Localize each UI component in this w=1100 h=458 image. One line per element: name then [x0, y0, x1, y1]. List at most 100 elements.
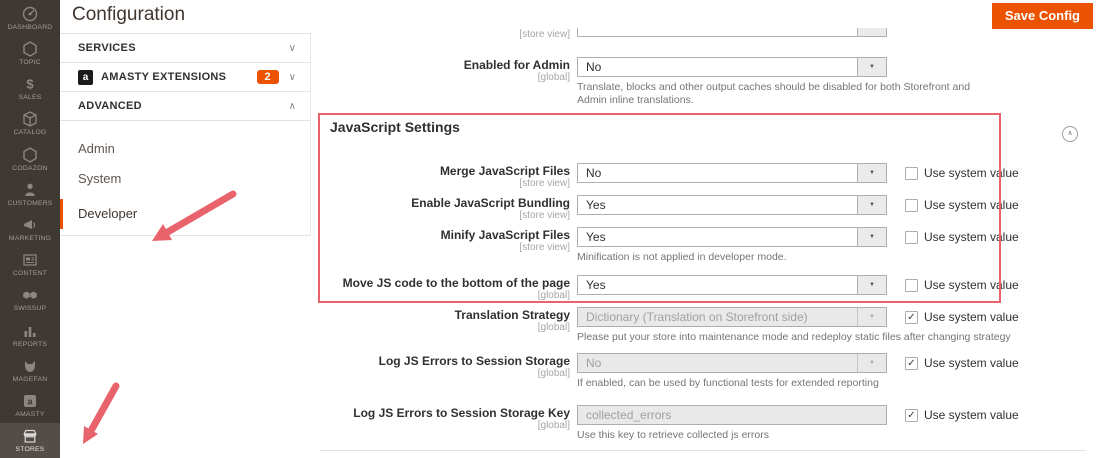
- field-log-js-errors-to-session-storage: Log JS Errors to Session Storage [global]…: [320, 353, 1100, 389]
- field-note: Please put your store into maintenance m…: [577, 331, 1011, 343]
- use-system-value-checkbox[interactable]: ✓ Use system value: [905, 356, 1019, 370]
- sidebar-item-label: DASHBOARD: [7, 23, 53, 31]
- nav-section-advanced[interactable]: ADVANCED ∧: [60, 92, 310, 121]
- sidebar-item-catalog[interactable]: CATALOG: [0, 106, 60, 141]
- checkbox-label: Use system value: [924, 356, 1019, 370]
- field-enable-javascript-bundling: Enable JavaScript Bundling [store view] Ye…: [320, 195, 1100, 221]
- sidebar-item-label: CONTENT: [12, 270, 48, 278]
- field-scope: [store view]: [519, 210, 570, 221]
- field-scope: [store view]: [519, 242, 570, 253]
- checkbox-label: Use system value: [924, 166, 1019, 180]
- sidebar-item-label: CODAZON: [12, 164, 48, 172]
- dashboard-icon: [22, 6, 38, 21]
- save-config-button[interactable]: Save Config: [991, 3, 1093, 29]
- field-label: Enable JavaScript Bundling: [411, 196, 570, 210]
- amasty-icon: a: [24, 395, 36, 408]
- sidebar-item-label: CATALOG: [13, 129, 47, 137]
- field-scope: [global]: [537, 72, 570, 83]
- sidebar-item-sales[interactable]: $ SALES: [0, 70, 60, 105]
- use-system-value-checkbox[interactable]: ✓ Use system value: [905, 310, 1019, 324]
- use-system-value-checkbox[interactable]: Use system value: [905, 230, 1019, 244]
- sidebar-item-dashboard[interactable]: DASHBOARD: [0, 0, 60, 35]
- move-js-code-to-the-bottom-of-the-page-select[interactable]: Yes ▼: [577, 275, 887, 295]
- nav-item-developer[interactable]: Developer: [60, 199, 310, 229]
- field-scope: [global]: [537, 420, 570, 431]
- field-enabled-for-admin: Enabled for Admin [global] No ▼ Translate, b…: [320, 57, 1100, 106]
- sidebar-item-reports[interactable]: REPORTS: [0, 317, 60, 352]
- use-system-value-checkbox[interactable]: ✓ Use system value: [905, 408, 1019, 422]
- megaphone-icon: [24, 220, 36, 230]
- chevron-down-icon: ∨: [288, 71, 296, 83]
- app-sidebar: DASHBOARD TOPIC $ SALES CATALOG CODAZON CUSTOM…: [0, 0, 60, 458]
- sidebar-item-label: AMASTY: [15, 411, 45, 419]
- checkbox-unchecked-icon[interactable]: [905, 230, 918, 244]
- sidebar-item-label: MAGEFAN: [12, 375, 48, 383]
- field-label: Translation Strategy: [454, 308, 570, 322]
- sidebar-item-magefan[interactable]: MAGEFAN: [0, 352, 60, 387]
- sidebar-item-content[interactable]: CONTENT: [0, 247, 60, 282]
- nav-item-admin[interactable]: Admin: [60, 138, 310, 160]
- extension-count-badge: 2: [256, 70, 279, 84]
- field-note: Use this key to retrieve collected js er…: [577, 429, 769, 441]
- sidebar-item-label: CUSTOMERS: [7, 199, 53, 207]
- sidebar-item-swissup[interactable]: SWISSUP: [0, 282, 60, 317]
- log-js-errors-to-session-storage-select: No ▼: [577, 353, 887, 373]
- minify-javascript-files-select[interactable]: Yes ▼: [577, 227, 887, 247]
- use-system-value-checkbox[interactable]: Use system value: [905, 166, 1019, 180]
- use-system-value-checkbox[interactable]: Use system value: [905, 198, 1019, 212]
- sidebar-item-codazon[interactable]: CODAZON: [0, 141, 60, 176]
- fox-icon: [25, 360, 35, 372]
- store-icon: [23, 430, 37, 444]
- nav-section-label: SERVICES: [78, 42, 136, 54]
- field-value: Yes: [586, 198, 606, 212]
- checkbox-label: Use system value: [924, 310, 1019, 324]
- sidebar-item-label: SWISSUP: [13, 305, 47, 313]
- checkbox-label: Use system value: [924, 408, 1019, 422]
- field-label: Log JS Errors to Session Storage: [378, 354, 570, 368]
- field-note: If enabled, can be used by functional te…: [577, 377, 879, 389]
- sidebar-item-amasty[interactable]: a AMASTY: [0, 388, 60, 423]
- use-system-value-checkbox[interactable]: Use system value: [905, 278, 1019, 292]
- field-label: Enabled for Admin: [463, 58, 570, 72]
- field-translation-strategy: Translation Strategy [global] Dictionary (…: [320, 307, 1100, 343]
- sidebar-item-topic[interactable]: TOPIC: [0, 35, 60, 70]
- nav-section-services[interactable]: SERVICES ∨: [60, 34, 310, 63]
- collapse-section-icon[interactable]: ∧: [1062, 126, 1078, 142]
- merge-javascript-files-select[interactable]: No ▼: [577, 163, 887, 183]
- sidebar-item-label: TOPIC: [19, 58, 41, 66]
- sidebar-item-label: REPORTS: [12, 340, 48, 348]
- sidebar-item-label: SALES: [18, 94, 42, 102]
- person-icon: [25, 183, 35, 196]
- field-log-js-errors-to-session-storage-key: Log JS Errors to Session Storage Key [glo…: [320, 405, 1100, 441]
- field-scope: [global]: [537, 290, 570, 301]
- sidebar-item-customers[interactable]: CUSTOMERS: [0, 176, 60, 211]
- checkbox-unchecked-icon[interactable]: [905, 166, 918, 180]
- dropdown-caret-icon: ▼: [857, 276, 886, 294]
- nav-item-system[interactable]: System: [60, 168, 310, 190]
- nav-section-amasty-extensions[interactable]: a AMASTY EXTENSIONS 2 ∨: [60, 63, 310, 92]
- enabled-for-admin-select[interactable]: No ▼: [577, 57, 887, 77]
- sidebar-item-label: MARKETING: [8, 235, 52, 243]
- nav-section-label: AMASTY EXTENSIONS: [101, 71, 227, 83]
- bar-chart-icon: [24, 326, 36, 337]
- checkbox-checked-icon[interactable]: ✓: [905, 310, 918, 324]
- hexagon-icon: [23, 41, 37, 57]
- chevron-down-icon: ∨: [288, 42, 296, 54]
- section-divider: [320, 450, 1086, 451]
- sidebar-item-stores[interactable]: STORES: [0, 422, 60, 458]
- amasty-logo-icon: a: [78, 69, 93, 85]
- page-header: Configuration Save Config: [60, 0, 1100, 29]
- field-minify-javascript-files: Minify JavaScript Files [store view] Yes ▼ M…: [320, 227, 1100, 263]
- field-value: No: [586, 166, 602, 180]
- enable-javascript-bundling-select[interactable]: Yes ▼: [577, 195, 887, 215]
- checkbox-unchecked-icon[interactable]: [905, 198, 918, 212]
- checkbox-checked-icon[interactable]: ✓: [905, 356, 918, 370]
- dropdown-caret-icon: ▼: [857, 308, 886, 326]
- field-label: Move JS code to the bottom of the page: [342, 276, 570, 290]
- sidebar-item-marketing[interactable]: MARKETING: [0, 211, 60, 246]
- checkbox-unchecked-icon[interactable]: [905, 278, 918, 292]
- advanced-subsection: Admin System Developer: [60, 121, 310, 236]
- field-scope: [store view]: [519, 29, 570, 40]
- checkbox-checked-icon[interactable]: ✓: [905, 408, 918, 422]
- field-value: Yes: [586, 278, 606, 292]
